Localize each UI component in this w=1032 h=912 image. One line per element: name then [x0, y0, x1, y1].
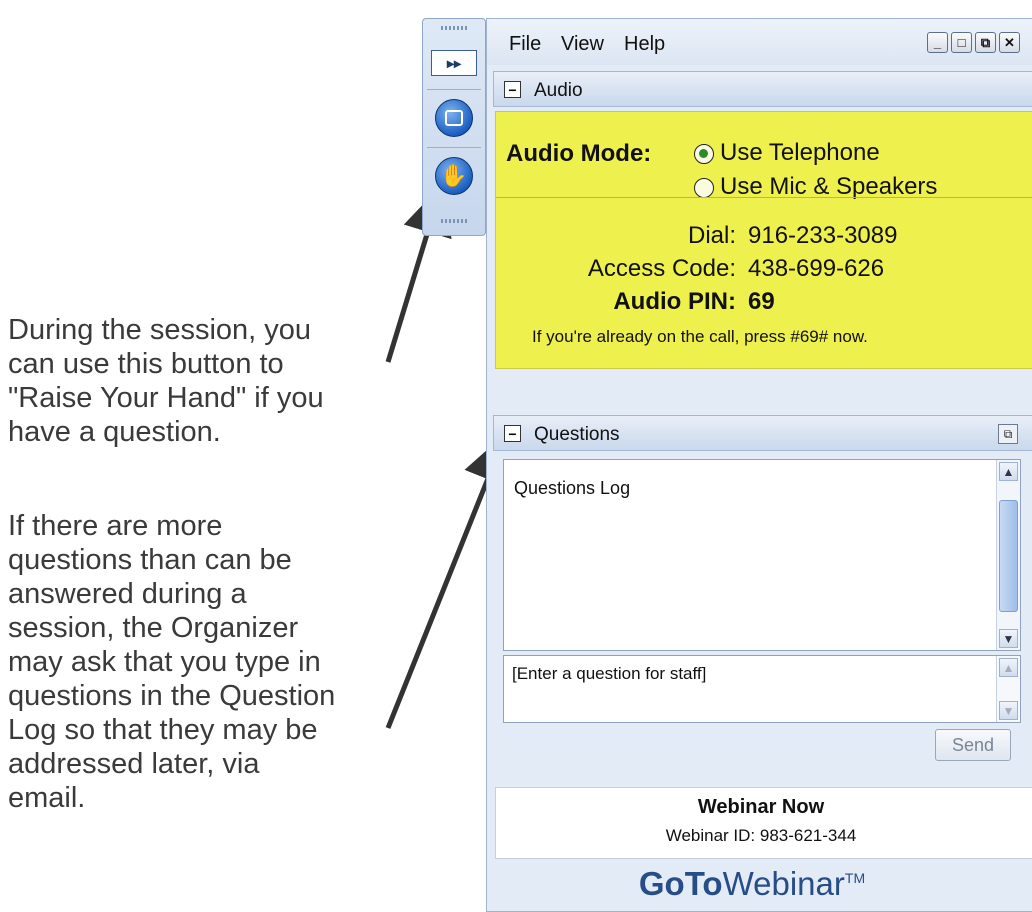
raise-hand-annotation: During the session, you can use this but…	[8, 313, 388, 449]
annotation-line: have a question.	[8, 416, 221, 448]
webinar-info: Webinar Now Webinar ID: 983-621-344	[495, 787, 1032, 859]
webinar-title: Webinar Now	[697, 796, 825, 818]
questions-log-scrollbar[interactable]: ▲ ▼	[996, 460, 1020, 650]
popout-icon[interactable]: ⧉	[998, 424, 1018, 444]
dial-value: 916-233-3089	[748, 222, 898, 249]
toolbar-grip-bottom[interactable]	[441, 219, 467, 223]
screen-icon	[445, 110, 463, 126]
annotation-line: Log so that they may be	[8, 714, 318, 746]
raise-hand-icon: ✋	[440, 163, 468, 188]
question-input-placeholder: [Enter a question for staff]	[512, 664, 707, 683]
minimize-button[interactable]: _	[927, 32, 948, 53]
menu-view[interactable]: View	[561, 33, 604, 56]
restore-button[interactable]: ⧉	[975, 32, 996, 53]
questions-log[interactable]: Questions Log ▲ ▼	[503, 459, 1021, 651]
raise-hand-button[interactable]: ✋	[435, 157, 473, 195]
maximize-button[interactable]: □	[951, 32, 972, 53]
access-code-value: 438-699-626	[748, 255, 885, 282]
annotation-line: addressed later, via	[8, 748, 260, 780]
dial-label: Dial:	[687, 222, 736, 249]
audio-pin-label: Audio PIN:	[613, 288, 736, 315]
audio-pin-value: 69	[748, 288, 775, 315]
annotation-line: answered during a	[8, 578, 247, 610]
radio-use-mic-speakers[interactable]	[694, 178, 714, 198]
webinar-id: Webinar ID: 983-621-344	[665, 826, 857, 845]
collapse-questions-button[interactable]: −	[504, 425, 521, 442]
annotation-line: If there are more	[8, 510, 223, 542]
access-code-label: Access Code:	[587, 255, 736, 282]
question-input[interactable]: [Enter a question for staff] ▲ ▼	[503, 655, 1021, 723]
scroll-thumb[interactable]	[999, 500, 1018, 612]
scroll-up-icon[interactable]: ▲	[999, 462, 1018, 481]
access-code-row: Access Code: 438-699-626	[496, 255, 1032, 285]
audio-panel: Audio Mode: Use Telephone Use Mic & Spea…	[495, 111, 1032, 369]
audio-panel-header: − Audio	[493, 71, 1032, 107]
toolbar-grip-top[interactable]	[441, 26, 467, 30]
restore-icon: ⧉	[980, 34, 991, 50]
radio-use-telephone[interactable]	[694, 144, 714, 164]
logo-webinar: Webinar	[722, 865, 845, 902]
logo-goto: GoTo	[638, 865, 723, 902]
questions-panel-title: Questions	[534, 424, 620, 445]
questions-panel-header: − Questions ⧉	[493, 415, 1032, 451]
annotation-line: questions than can be	[8, 544, 292, 576]
audio-panel-title: Audio	[534, 80, 583, 101]
audio-mode-label: Audio Mode:	[506, 140, 652, 167]
annotation-line: "Raise Your Hand" if you	[8, 382, 324, 414]
annotation-line: session, the Organizer	[8, 612, 299, 644]
minimize-icon: _	[933, 35, 942, 50]
expand-panel-button[interactable]: ▸▸	[431, 50, 477, 76]
scroll-down-icon[interactable]: ▼	[999, 701, 1018, 720]
audio-pin-row: Audio PIN: 69	[496, 288, 1032, 318]
annotation-line: email.	[8, 782, 86, 814]
annotation-line: can use this button to	[8, 348, 284, 380]
fast-forward-icon: ▸▸	[446, 54, 462, 71]
questions-log-text: Questions Log	[514, 478, 631, 498]
audio-pin-instruction: If you're already on the call, press #69…	[532, 327, 868, 346]
control-toolbar: ▸▸ ✋	[422, 18, 486, 236]
questions-annotation: If there are more questions than can be …	[8, 509, 393, 815]
collapse-audio-button[interactable]: −	[504, 81, 521, 98]
gotowebinar-control-panel: File View Help _ □ ⧉ ✕ − Audio Audio Mod…	[486, 18, 1032, 912]
annotation-line: may ask that you type in	[8, 646, 321, 678]
scroll-down-icon[interactable]: ▼	[999, 629, 1018, 648]
maximize-icon: □	[957, 35, 966, 50]
logo-trademark: TM	[844, 870, 866, 886]
arrow-to-questions-log	[385, 432, 511, 729]
toolbar-divider	[427, 89, 481, 90]
audio-divider	[496, 197, 1032, 198]
close-button[interactable]: ✕	[999, 32, 1020, 53]
annotation-line: During the session, you	[8, 314, 312, 346]
dial-row: Dial: 916-233-3089	[496, 222, 1032, 252]
send-button[interactable]: Send	[935, 729, 1011, 761]
menu-help[interactable]: Help	[624, 33, 665, 56]
menu-bar: File View Help _ □ ⧉ ✕	[487, 19, 1032, 65]
close-icon: ✕	[1004, 34, 1015, 50]
show-screen-button[interactable]	[435, 99, 473, 137]
scroll-up-icon[interactable]: ▲	[999, 658, 1018, 677]
menu-file[interactable]: File	[509, 33, 541, 56]
annotation-line: questions in the Question	[8, 680, 336, 712]
gotowebinar-logo: GoToWebinarTM	[487, 865, 1017, 903]
option-use-telephone[interactable]: Use Telephone	[720, 139, 880, 167]
question-input-scrollbar[interactable]: ▲ ▼	[996, 656, 1020, 722]
toolbar-divider	[427, 147, 481, 148]
